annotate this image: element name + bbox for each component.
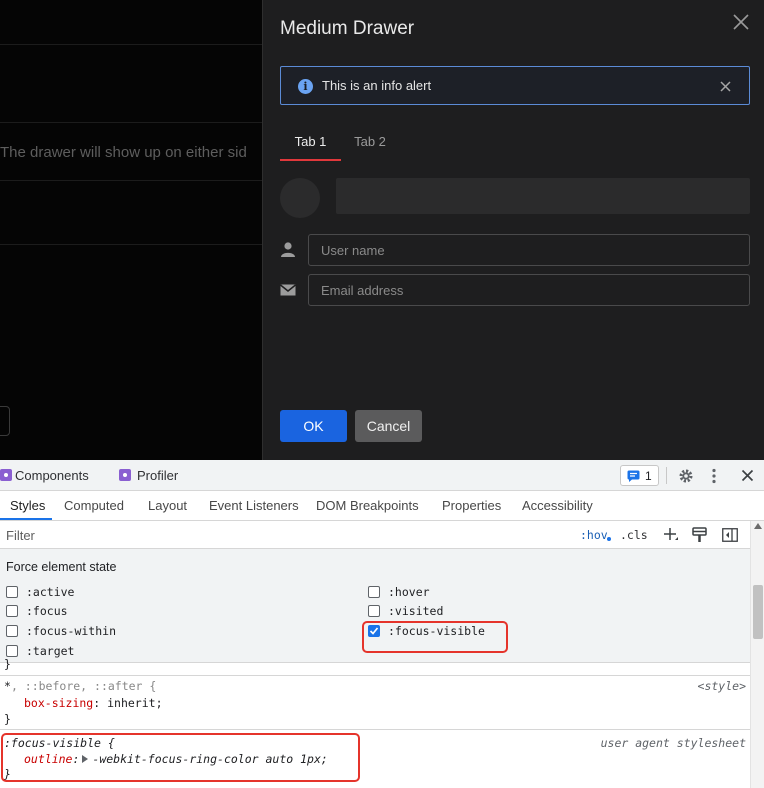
- style-rule-universal: *, ::before, ::after { <style> box-sizin…: [0, 676, 750, 730]
- issues-count: 1: [645, 469, 652, 483]
- react-icon: [119, 469, 131, 481]
- checkbox[interactable]: [6, 645, 18, 657]
- gear-icon[interactable]: [678, 468, 694, 484]
- alert-close-icon[interactable]: [718, 79, 733, 94]
- react-icon: [0, 469, 12, 481]
- checkbox[interactable]: [368, 586, 380, 598]
- username-field[interactable]: [308, 234, 750, 266]
- toggle-sidebar-icon[interactable]: [722, 527, 738, 543]
- force-state-title: Force element state: [6, 560, 117, 574]
- app-viewport: The drawer will show up on either sid Me…: [0, 0, 764, 460]
- scroll-up-icon[interactable]: [754, 523, 762, 529]
- truncated-rule: }: [0, 657, 750, 676]
- info-icon: i: [298, 79, 313, 94]
- email-input[interactable]: [309, 275, 749, 305]
- user-icon: [280, 241, 296, 257]
- rule-origin: user agent stylesheet: [600, 736, 746, 750]
- medium-drawer: Medium Drawer i This is an info alert Ta…: [262, 0, 764, 460]
- message-icon: [627, 470, 640, 482]
- filter-input[interactable]: [2, 524, 568, 546]
- background-button[interactable]: [0, 406, 10, 436]
- highlight-focus-visible-checkbox: [362, 621, 508, 653]
- devtools-toolbar: Components Profiler 1: [0, 460, 764, 491]
- tab-accessibility[interactable]: Accessibility: [522, 498, 593, 513]
- pseudo-label: :hover: [388, 585, 430, 599]
- background-hint-text: The drawer will show up on either sid: [0, 144, 247, 161]
- tab-event-listeners[interactable]: Event Listeners: [209, 498, 299, 513]
- pseudo-label: :focus: [26, 604, 68, 618]
- drawer-title: Medium Drawer: [280, 18, 415, 39]
- hov-toggle[interactable]: :hov: [580, 528, 608, 542]
- cls-toggle[interactable]: .cls: [620, 528, 648, 542]
- color-format-icon[interactable]: [692, 527, 707, 543]
- close-icon[interactable]: [731, 12, 751, 32]
- closing-brace: }: [4, 712, 11, 726]
- pseudo-label: :active: [26, 585, 75, 599]
- tab-styles[interactable]: Styles: [10, 498, 45, 513]
- mail-icon: [280, 282, 296, 298]
- username-input[interactable]: [309, 235, 749, 265]
- checkbox[interactable]: [6, 605, 18, 617]
- add-rule-icon[interactable]: [663, 527, 679, 543]
- checkbox[interactable]: [6, 625, 18, 637]
- pseudo-label: :target: [26, 644, 75, 658]
- background-divider: [0, 122, 262, 123]
- scrollbar[interactable]: [750, 521, 764, 788]
- skeleton-avatar: [280, 178, 320, 218]
- active-dot: [607, 537, 611, 541]
- styles-subtabs: Styles Computed Layout Event Listeners D…: [0, 491, 764, 521]
- rule-origin[interactable]: <style>: [698, 679, 746, 693]
- background-divider: [0, 244, 262, 245]
- panel-components[interactable]: Components: [15, 468, 89, 483]
- skeleton-bar: [336, 178, 750, 214]
- tab-dom-breakpoints[interactable]: DOM Breakpoints: [316, 498, 419, 513]
- selector-main: *: [4, 679, 11, 693]
- background-divider: [0, 180, 262, 181]
- tab-computed[interactable]: Computed: [64, 498, 124, 513]
- toolbar-separator: [666, 467, 667, 484]
- cancel-button[interactable]: Cancel: [355, 410, 422, 442]
- ok-button[interactable]: OK: [280, 410, 347, 442]
- tab-1[interactable]: Tab 1: [280, 125, 341, 161]
- rule-selector[interactable]: *, ::before, ::after {: [4, 679, 156, 693]
- pseudo-label: :visited: [388, 604, 444, 618]
- devtools-panel: Components Profiler 1 Styles Computed La…: [0, 460, 764, 788]
- close-devtools-icon[interactable]: [741, 469, 754, 482]
- tab-properties[interactable]: Properties: [442, 498, 501, 513]
- email-field[interactable]: [308, 274, 750, 306]
- alert-text: This is an info alert: [322, 78, 432, 93]
- selector-rest: , ::before, ::after {: [10, 679, 157, 693]
- info-alert: i This is an info alert: [280, 66, 750, 105]
- checkbox[interactable]: [6, 586, 18, 598]
- closing-brace: }: [4, 657, 11, 671]
- more-options-icon[interactable]: [711, 468, 717, 484]
- highlight-focus-visible-rule: [1, 733, 360, 782]
- checkbox[interactable]: [368, 605, 380, 617]
- scrollbar-thumb[interactable]: [753, 585, 763, 639]
- drawer-tabs: Tab 1 Tab 2: [280, 125, 750, 161]
- rule-declaration[interactable]: box-sizing: inherit;: [24, 696, 163, 710]
- property-value: inherit;: [107, 696, 163, 710]
- background-divider: [0, 44, 262, 45]
- pseudo-label: :focus-within: [26, 624, 117, 638]
- panel-profiler[interactable]: Profiler: [137, 468, 178, 483]
- property-name: box-sizing: [24, 696, 94, 710]
- tab-layout[interactable]: Layout: [148, 498, 187, 513]
- active-tab-indicator: [0, 518, 52, 520]
- tab-2[interactable]: Tab 2: [341, 125, 399, 161]
- issues-badge[interactable]: 1: [620, 465, 659, 486]
- filter-bar: :hov .cls: [0, 521, 764, 549]
